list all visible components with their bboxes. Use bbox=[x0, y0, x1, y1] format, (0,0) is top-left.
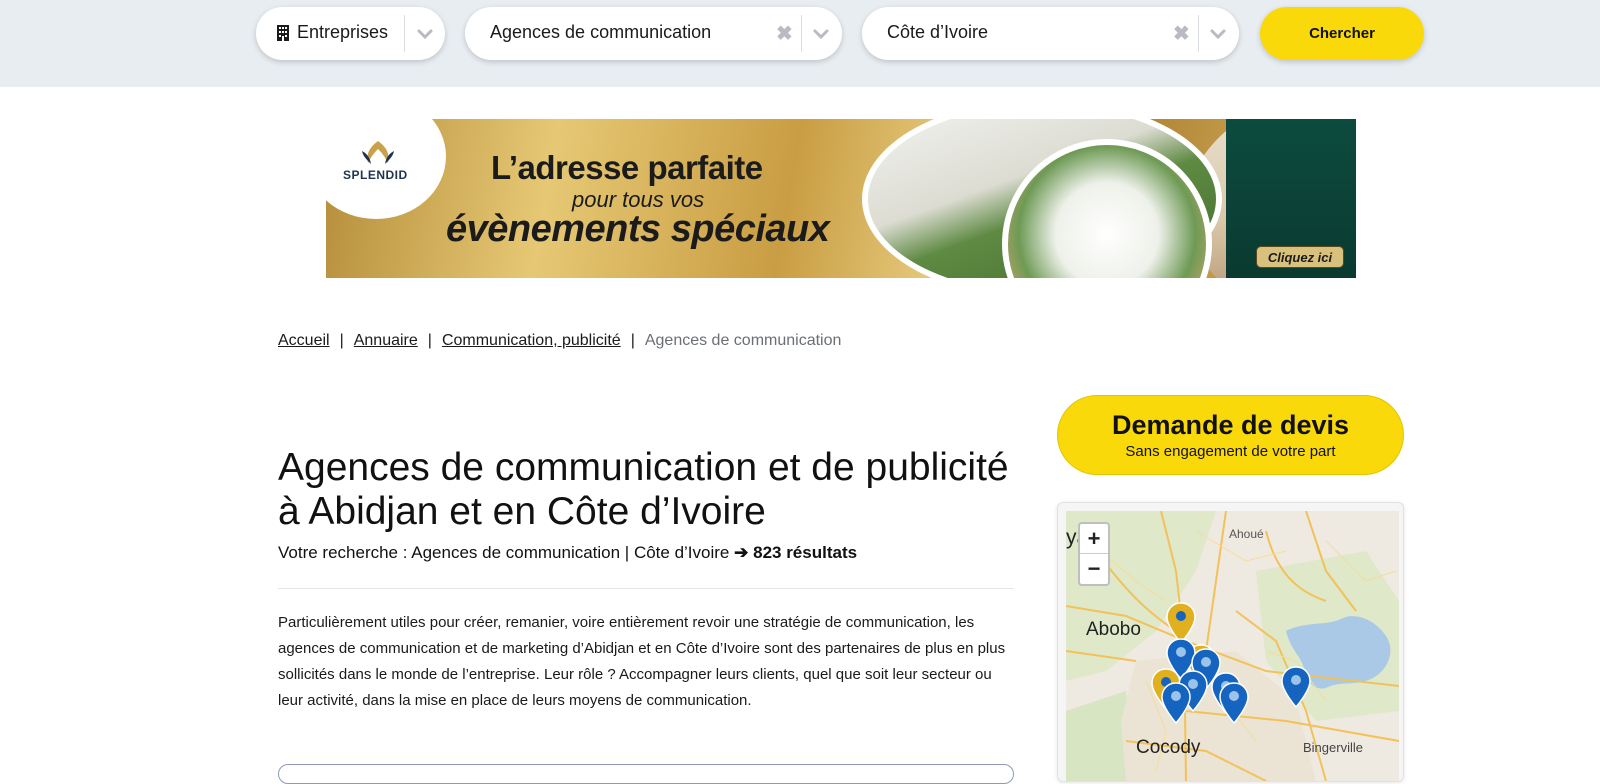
breadcrumb-separator: | bbox=[427, 332, 432, 349]
breadcrumb: Accueil | Annuaire | Communication, publ… bbox=[278, 332, 841, 350]
map-canvas[interactable]: + − ya Ahoué Abobo Cocody Bingerville bbox=[1066, 511, 1399, 781]
location-select[interactable]: Côte d’Ivoire ✖ bbox=[862, 7, 1239, 60]
search-summary: Votre recherche : Agences de communicati… bbox=[278, 543, 857, 563]
section-divider bbox=[278, 588, 1014, 589]
breadcrumb-current: Agences de communication bbox=[644, 332, 842, 349]
map-label-cocody: Cocody bbox=[1136, 737, 1201, 758]
type-select-value: Entreprises bbox=[297, 22, 389, 42]
breadcrumb-separator: | bbox=[630, 332, 635, 349]
zoom-out-button[interactable]: − bbox=[1080, 554, 1108, 584]
map-zoom-control: + − bbox=[1078, 522, 1110, 586]
arrow-right-icon: ➔ bbox=[734, 543, 749, 562]
breadcrumb-link-home[interactable]: Accueil bbox=[278, 332, 330, 350]
map-label-bingerville: Bingerville bbox=[1303, 740, 1363, 755]
clear-category-icon[interactable]: ✖ bbox=[776, 21, 793, 46]
breadcrumb-separator: | bbox=[339, 332, 344, 349]
clear-location-icon[interactable]: ✖ bbox=[1173, 21, 1190, 46]
select-divider bbox=[801, 15, 802, 52]
banner-brand: SPLENDID bbox=[343, 168, 408, 182]
category-select-value: Agences de communication bbox=[490, 22, 712, 42]
map-label-abobo: Abobo bbox=[1086, 619, 1141, 640]
search-button[interactable]: Chercher bbox=[1260, 7, 1424, 60]
breadcrumb-link-category[interactable]: Communication, publicité bbox=[442, 332, 621, 350]
quote-request-button[interactable]: Demande de devis Sans engagement de votr… bbox=[1057, 395, 1404, 475]
advertisement-banner[interactable]: SPLENDID L’adresse parfaite pour tous vo… bbox=[326, 119, 1356, 278]
map-label-ahoue: Ahoué bbox=[1229, 527, 1264, 541]
select-divider bbox=[404, 15, 405, 52]
result-count: 823 résultats bbox=[753, 543, 858, 562]
banner-tagline: évènements spéciaux bbox=[446, 208, 830, 250]
search-bar: Entreprises Agences de communication ✖ C… bbox=[0, 0, 1600, 87]
zoom-in-button[interactable]: + bbox=[1080, 524, 1108, 554]
splendid-logo-icon bbox=[362, 141, 394, 164]
banner-cta-button[interactable]: Cliquez ici bbox=[1256, 246, 1344, 268]
type-select[interactable]: Entreprises bbox=[256, 7, 445, 60]
building-icon bbox=[277, 25, 289, 41]
banner-headline: L’adresse parfaite bbox=[491, 149, 763, 186]
map-widget: + − ya Ahoué Abobo Cocody Bingerville bbox=[1057, 502, 1404, 782]
quote-request-title: Demande de devis bbox=[1111, 410, 1350, 440]
chevron-down-icon[interactable] bbox=[1209, 25, 1227, 43]
category-select[interactable]: Agences de communication ✖ bbox=[465, 7, 842, 60]
select-divider bbox=[1198, 15, 1199, 52]
listing-card[interactable] bbox=[278, 764, 1014, 784]
intro-paragraph: Particulièrement utiles pour créer, rema… bbox=[278, 614, 1006, 709]
page-title: Agences de communication et de publicité… bbox=[278, 446, 1009, 533]
search-summary-text: Votre recherche : Agences de communicati… bbox=[278, 543, 730, 562]
quote-request-subtitle: Sans engagement de votre part bbox=[1125, 443, 1336, 460]
breadcrumb-link-directory[interactable]: Annuaire bbox=[354, 332, 418, 350]
chevron-down-icon[interactable] bbox=[416, 25, 434, 43]
location-select-value: Côte d’Ivoire bbox=[887, 22, 989, 42]
chevron-down-icon[interactable] bbox=[812, 25, 830, 43]
